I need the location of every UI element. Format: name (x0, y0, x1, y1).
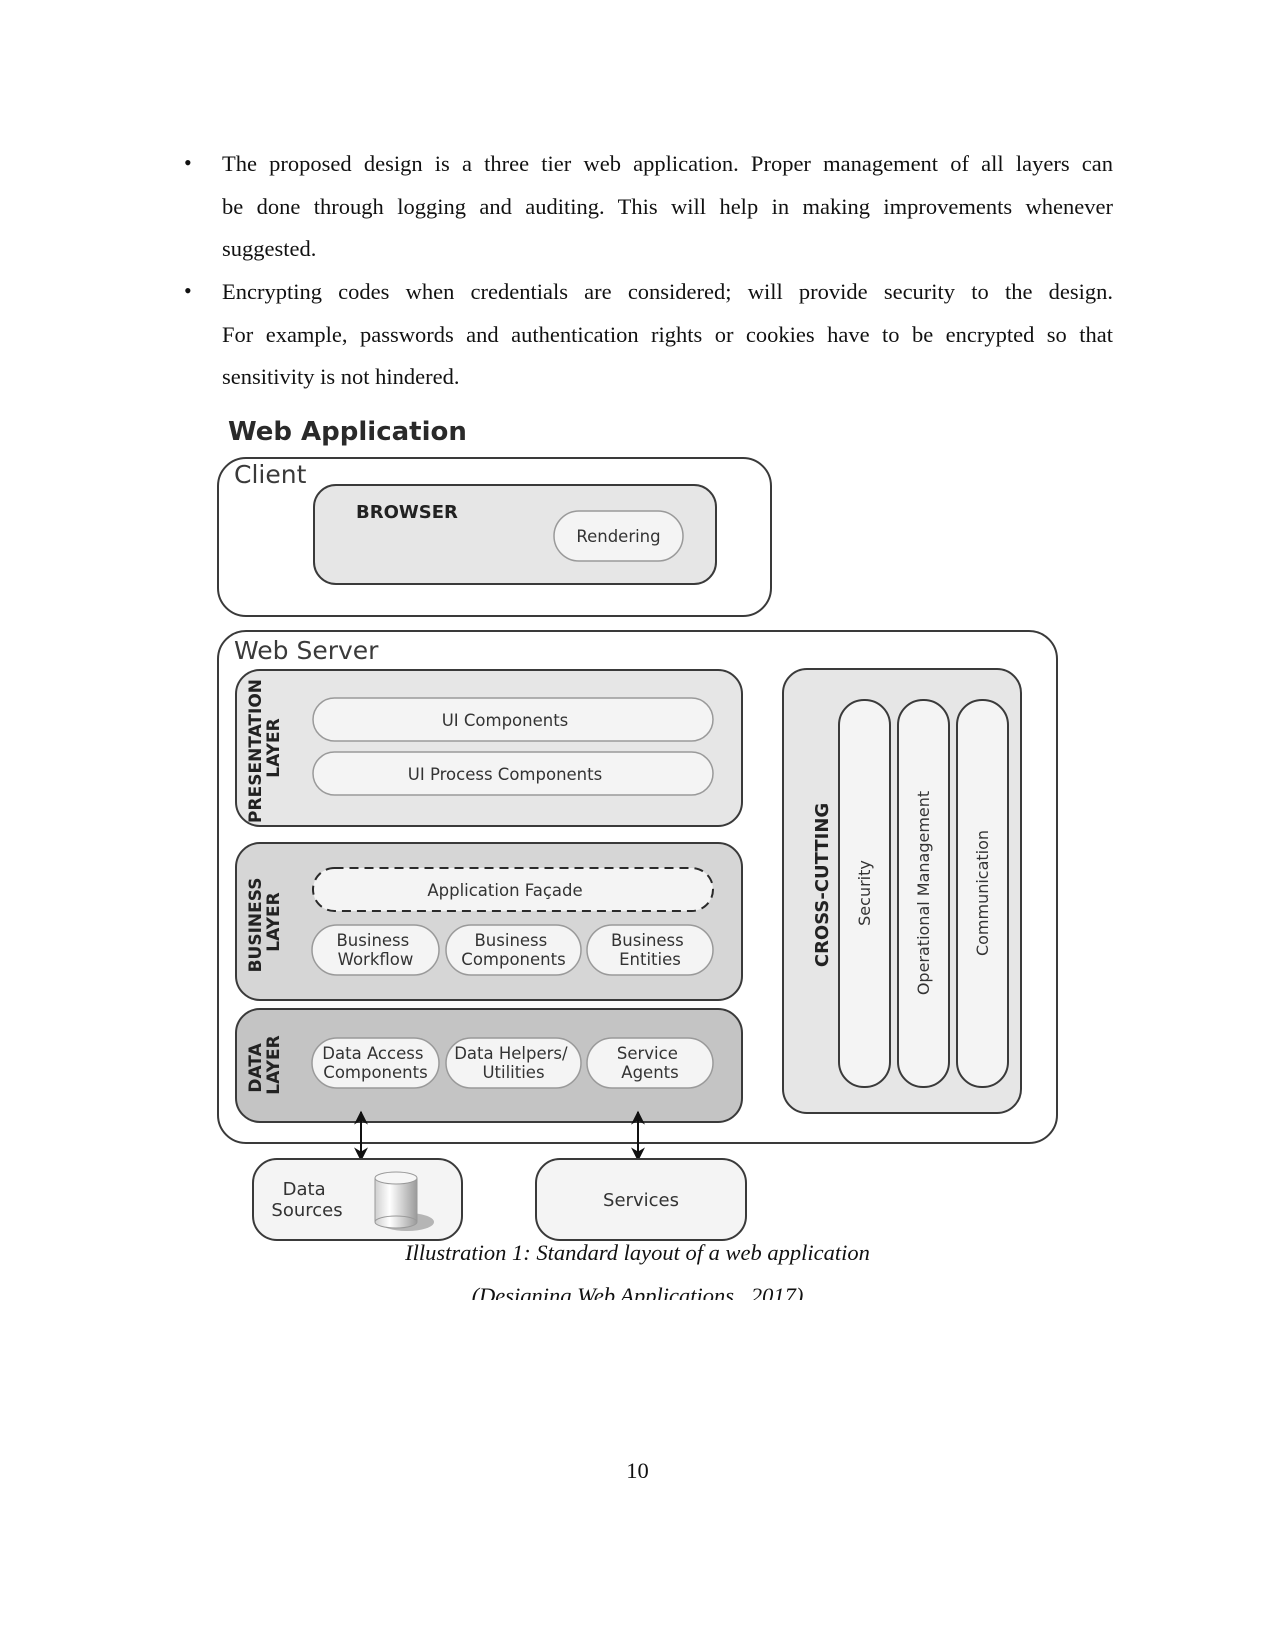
services-label: Services (603, 1190, 679, 1211)
business-workflow-label: Business Workflow (336, 931, 414, 969)
diagram-title: Web Application (228, 417, 467, 447)
browser-label: BROWSER (356, 502, 458, 523)
rendering-label: Rendering (576, 527, 660, 546)
business-entities-label: Business Entities (611, 931, 689, 969)
presentation-layer-box (235, 669, 743, 827)
data-layer-label: DATA LAYER (246, 1035, 284, 1094)
web-server-label: Web Server (234, 636, 379, 665)
business-components-label: Business Components (461, 931, 565, 969)
ui-process-components-label: UI Process Components (408, 765, 602, 784)
communication-label: Communication (973, 830, 992, 956)
service-agents-label: Service Agents (617, 1044, 683, 1082)
caption-source-clip: (Designing Web Applications., 2017) (0, 1285, 1275, 1300)
figure-caption: Illustration 1: Standard layout of a web… (405, 1240, 870, 1265)
cross-cutting-label: CROSS-CUTTING (812, 803, 833, 967)
operational-management-label: Operational Management (914, 791, 933, 995)
ui-components-label: UI Components (442, 711, 569, 730)
page-number: 10 (626, 1458, 649, 1483)
figure-source: (Designing Web Applications., 2017) (471, 1285, 804, 1300)
security-label: Security (855, 860, 874, 926)
application-facade-label: Application Façade (427, 881, 582, 900)
data-access-components-label: Data Access Components (322, 1044, 428, 1082)
web-application-diagram: Web Application Client BROWSER Rendering… (217, 417, 1058, 1241)
business-layer-box (235, 842, 743, 1001)
client-label: Client (234, 460, 307, 489)
